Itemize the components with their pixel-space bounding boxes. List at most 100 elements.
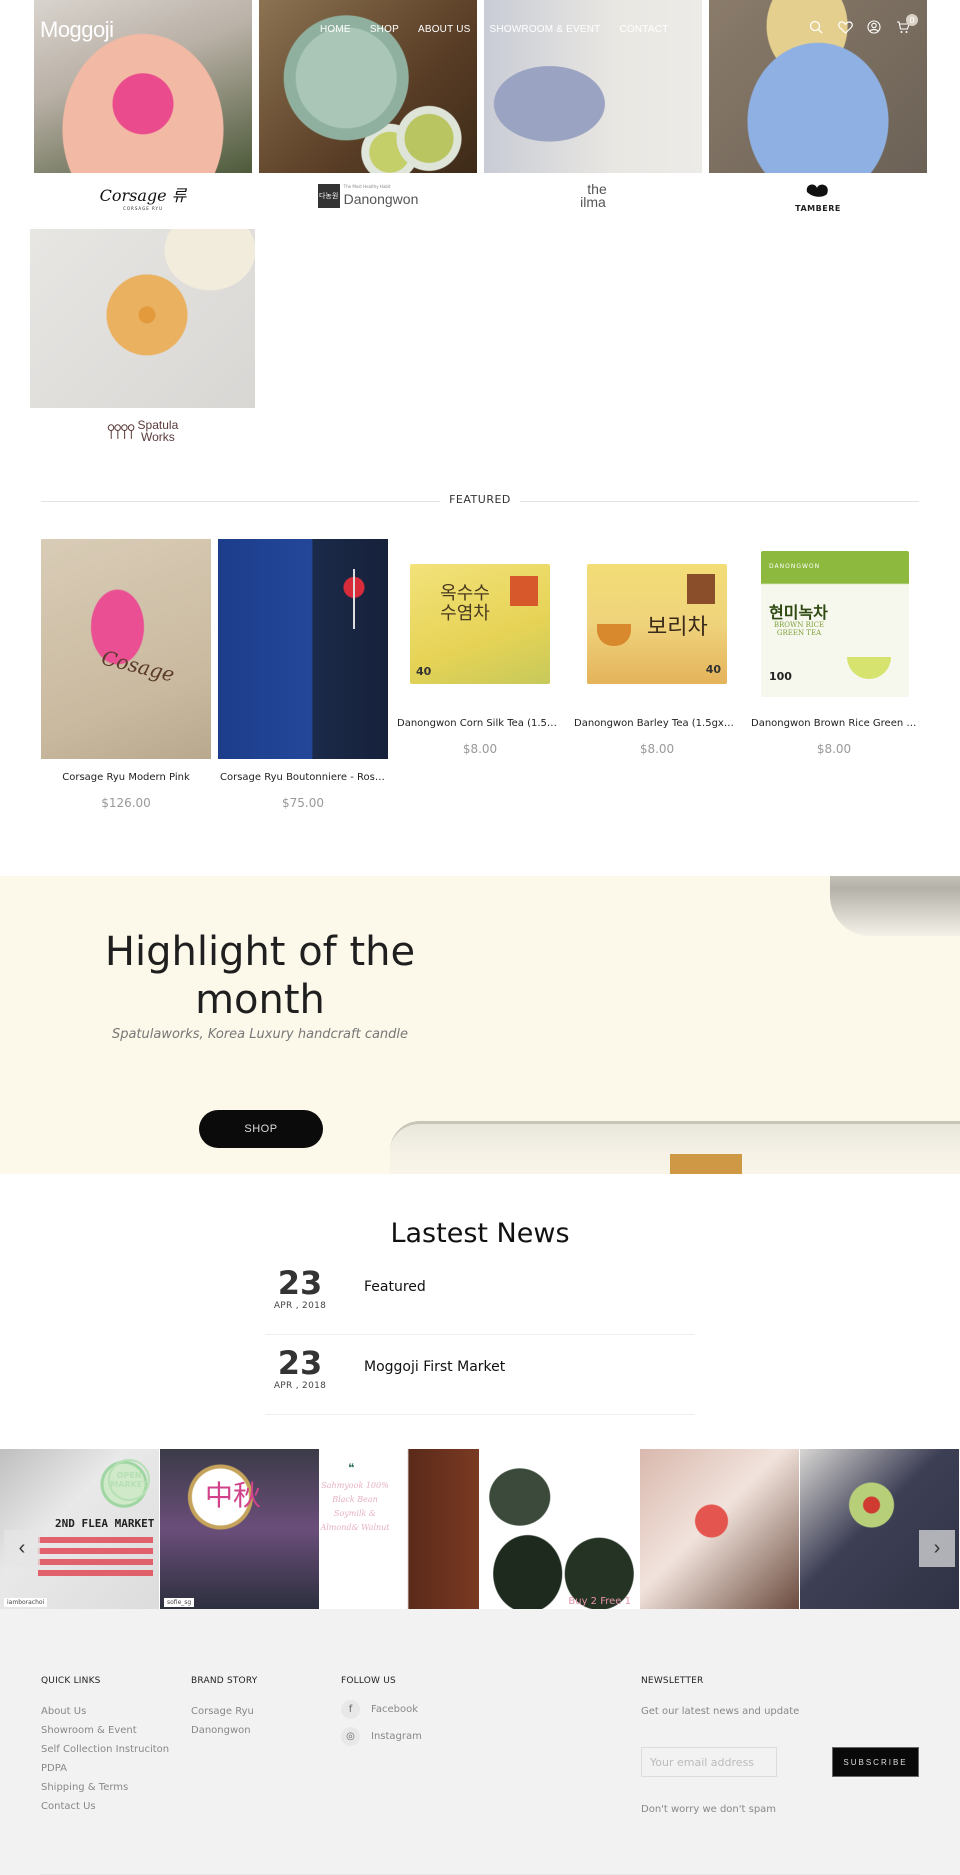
- newsletter-email-input[interactable]: [641, 1747, 777, 1777]
- footer-quick-links: QUICK LINKS About Us Showroom & Event Se…: [41, 1676, 169, 1820]
- footer-link-corsage-ryu[interactable]: Corsage Ryu: [191, 1706, 257, 1717]
- product-price: $126.00: [101, 796, 151, 810]
- product-card[interactable]: 옥수수 수염차 40 Danongwon Corn Silk Tea (1.5g…: [395, 539, 565, 756]
- footer-link-contact-us[interactable]: Contact Us: [41, 1801, 169, 1812]
- product-card[interactable]: Cosage Corsage Ryu Modern Pink $126.00: [41, 539, 211, 810]
- footer-link-about-us[interactable]: About Us: [41, 1706, 169, 1717]
- promo-text: Buy 2 Free 1: [568, 1596, 631, 1607]
- news-headline[interactable]: Moggoji First Market: [364, 1359, 505, 1375]
- footer-link-showroom-event[interactable]: Showroom & Event: [41, 1725, 169, 1736]
- nav-about-us[interactable]: ABOUT US: [418, 24, 471, 35]
- highlight-shop-button[interactable]: SHOP: [199, 1110, 323, 1148]
- heart-icon[interactable]: [837, 19, 853, 35]
- site-footer: QUICK LINKS About Us Showroom & Event Se…: [0, 1609, 960, 1875]
- site-logo[interactable]: Moggoji: [40, 17, 114, 43]
- product-name[interactable]: Danongwon Barley Tea (1.5gx40): [572, 718, 742, 729]
- instagram-caption: sofie_sg: [164, 1598, 195, 1607]
- brand-logo-the-ilma: the ilma: [580, 181, 607, 210]
- corsage-signature: Cosage: [99, 645, 177, 687]
- instagram-icon[interactable]: ◎: [341, 1727, 360, 1746]
- tambere-mark-icon: [806, 184, 828, 197]
- product-image[interactable]: [218, 539, 388, 759]
- footer-heading: FOLLOW US: [341, 1676, 396, 1686]
- flea-market-title: 2ND FLEA MARKET: [55, 1517, 155, 1530]
- cart-count-badge: 0: [906, 14, 918, 26]
- news-item[interactable]: 23 APR , 2018 Featured: [265, 1255, 695, 1335]
- highlight-subtitle: Spatulaworks, Korea Luxury handcraft can…: [111, 1027, 409, 1042]
- footer-newsletter: NEWSLETTER Get our latest news and updat…: [641, 1676, 931, 1836]
- product-image[interactable]: Cosage: [41, 539, 211, 759]
- brand-image[interactable]: [30, 229, 255, 408]
- product-name[interactable]: Danongwon Corn Silk Tea (1.5gx...: [395, 718, 565, 729]
- news-day: 23: [277, 1344, 323, 1382]
- footer-heading: BRAND STORY: [191, 1676, 258, 1686]
- news-day: 23: [277, 1264, 323, 1302]
- candle-wick-image: [670, 1154, 742, 1174]
- user-icon[interactable]: [866, 19, 882, 35]
- main-nav: HOME SHOP ABOUT US SHOWROOM & EVENT CONT…: [320, 24, 687, 35]
- carousel-next-button[interactable]: ›: [919, 1530, 955, 1567]
- cart-icon[interactable]: 0: [895, 14, 918, 35]
- brand-tile-spatula-works[interactable]: ⫯⫯⫯⫯ Spatula Works: [30, 229, 255, 454]
- instagram-tile[interactable]: 中秋 sofie_sg: [160, 1449, 319, 1609]
- brand-logo-corsage-ryu: Corsage 류 CORSAGE RYU: [99, 185, 187, 211]
- instagram-carousel: OPEN MARKET 2ND FLEA MARKET iamborachoi …: [0, 1449, 960, 1609]
- quote-icon: ❝: [348, 1461, 355, 1475]
- footer-link-danongwon[interactable]: Danongwon: [191, 1725, 257, 1736]
- candle-jar-lid-image: [830, 876, 960, 936]
- footer-heading: QUICK LINKS: [41, 1676, 101, 1686]
- product-image[interactable]: 보리차 40: [572, 539, 742, 709]
- product-name[interactable]: Corsage Ryu Modern Pink: [41, 772, 211, 783]
- product-price: $8.00: [462, 742, 498, 756]
- news-month-year: APR , 2018: [273, 1381, 327, 1391]
- footer-link-pdpa[interactable]: PDPA: [41, 1763, 169, 1774]
- nav-home[interactable]: HOME: [320, 24, 351, 35]
- sign-character: 中秋: [205, 1479, 262, 1512]
- featured-section-title: FEATURED: [440, 493, 520, 506]
- social-instagram[interactable]: ◎ Instagram: [341, 1727, 422, 1746]
- product-card[interactable]: Corsage Ryu Boutonniere - Rose... $75.00: [218, 539, 388, 810]
- spatula-icon: ⫯⫯⫯⫯: [106, 419, 136, 443]
- product-card[interactable]: 보리차 40 Danongwon Barley Tea (1.5gx40) $8…: [572, 539, 742, 756]
- footer-link-self-collection[interactable]: Self Collection Instruciton: [41, 1744, 169, 1755]
- instagram-tile[interactable]: [640, 1449, 799, 1609]
- instagram-tile[interactable]: Buy 2 Free 1: [480, 1449, 639, 1609]
- news-section-title: Lastest News: [390, 1218, 570, 1249]
- nav-contact[interactable]: CONTACT: [619, 24, 668, 35]
- instagram-quote: Sahmyook 100% Black Bean Soymilk & Almon…: [320, 1481, 390, 1532]
- footer-brand-story: BRAND STORY Corsage Ryu Danongwon: [191, 1676, 257, 1744]
- brand-logo-danongwon: 다농원 The Most Healthy Habit Danongwon: [317, 184, 419, 208]
- product-name[interactable]: Danongwon Brown Rice Green Te..: [749, 718, 919, 729]
- instagram-tile[interactable]: OPEN MARKET 2ND FLEA MARKET iamborachoi: [0, 1449, 159, 1609]
- news-item[interactable]: 23 APR , 2018 Moggoji First Market: [265, 1335, 695, 1415]
- subscribe-button[interactable]: SUBSCRIBE: [832, 1747, 919, 1777]
- product-price: $8.00: [816, 742, 852, 756]
- instagram-tile[interactable]: [800, 1449, 959, 1609]
- product-name[interactable]: Corsage Ryu Boutonniere - Rose...: [218, 772, 388, 783]
- footer-link-shipping-terms[interactable]: Shipping & Terms: [41, 1782, 169, 1793]
- footer-heading: NEWSLETTER: [641, 1676, 704, 1686]
- product-image[interactable]: 옥수수 수염차 40: [395, 539, 565, 709]
- product-price: $75.00: [282, 796, 324, 810]
- brand-logo-tambere: TAMBERE: [709, 173, 927, 219]
- carousel-prev-button[interactable]: ‹: [4, 1530, 40, 1567]
- highlight-banner: Highlight of the month Spatulaworks, Kor…: [0, 876, 960, 1174]
- news-headline[interactable]: Featured: [364, 1279, 426, 1295]
- footer-follow-us: FOLLOW US f Facebook ◎ Instagram: [341, 1676, 422, 1754]
- facebook-icon[interactable]: f: [341, 1700, 360, 1719]
- brand-logo-spatula-works: ⫯⫯⫯⫯ Spatula Works: [106, 418, 179, 444]
- search-icon[interactable]: [808, 19, 824, 35]
- newsletter-note: Don't worry we don't spam: [641, 1804, 777, 1815]
- nav-showroom-event[interactable]: SHOWROOM & EVENT: [490, 24, 601, 35]
- highlight-title: Highlight of the month: [104, 929, 416, 1023]
- product-card[interactable]: DANONGWON 현미녹차 BROWN RICE GREEN TEA 100 …: [749, 539, 919, 756]
- instagram-caption: iamborachoi: [4, 1598, 48, 1607]
- instagram-tile[interactable]: ❝ Sahmyook 100% Black Bean Soymilk & Alm…: [320, 1449, 479, 1609]
- header-icons: 0: [808, 14, 918, 35]
- social-facebook[interactable]: f Facebook: [341, 1700, 422, 1719]
- news-month-year: APR , 2018: [273, 1301, 327, 1311]
- nav-shop[interactable]: SHOP: [370, 24, 399, 35]
- product-price: $8.00: [639, 742, 675, 756]
- newsletter-description: Get our latest news and update: [641, 1706, 800, 1717]
- product-image[interactable]: DANONGWON 현미녹차 BROWN RICE GREEN TEA 100: [749, 539, 919, 709]
